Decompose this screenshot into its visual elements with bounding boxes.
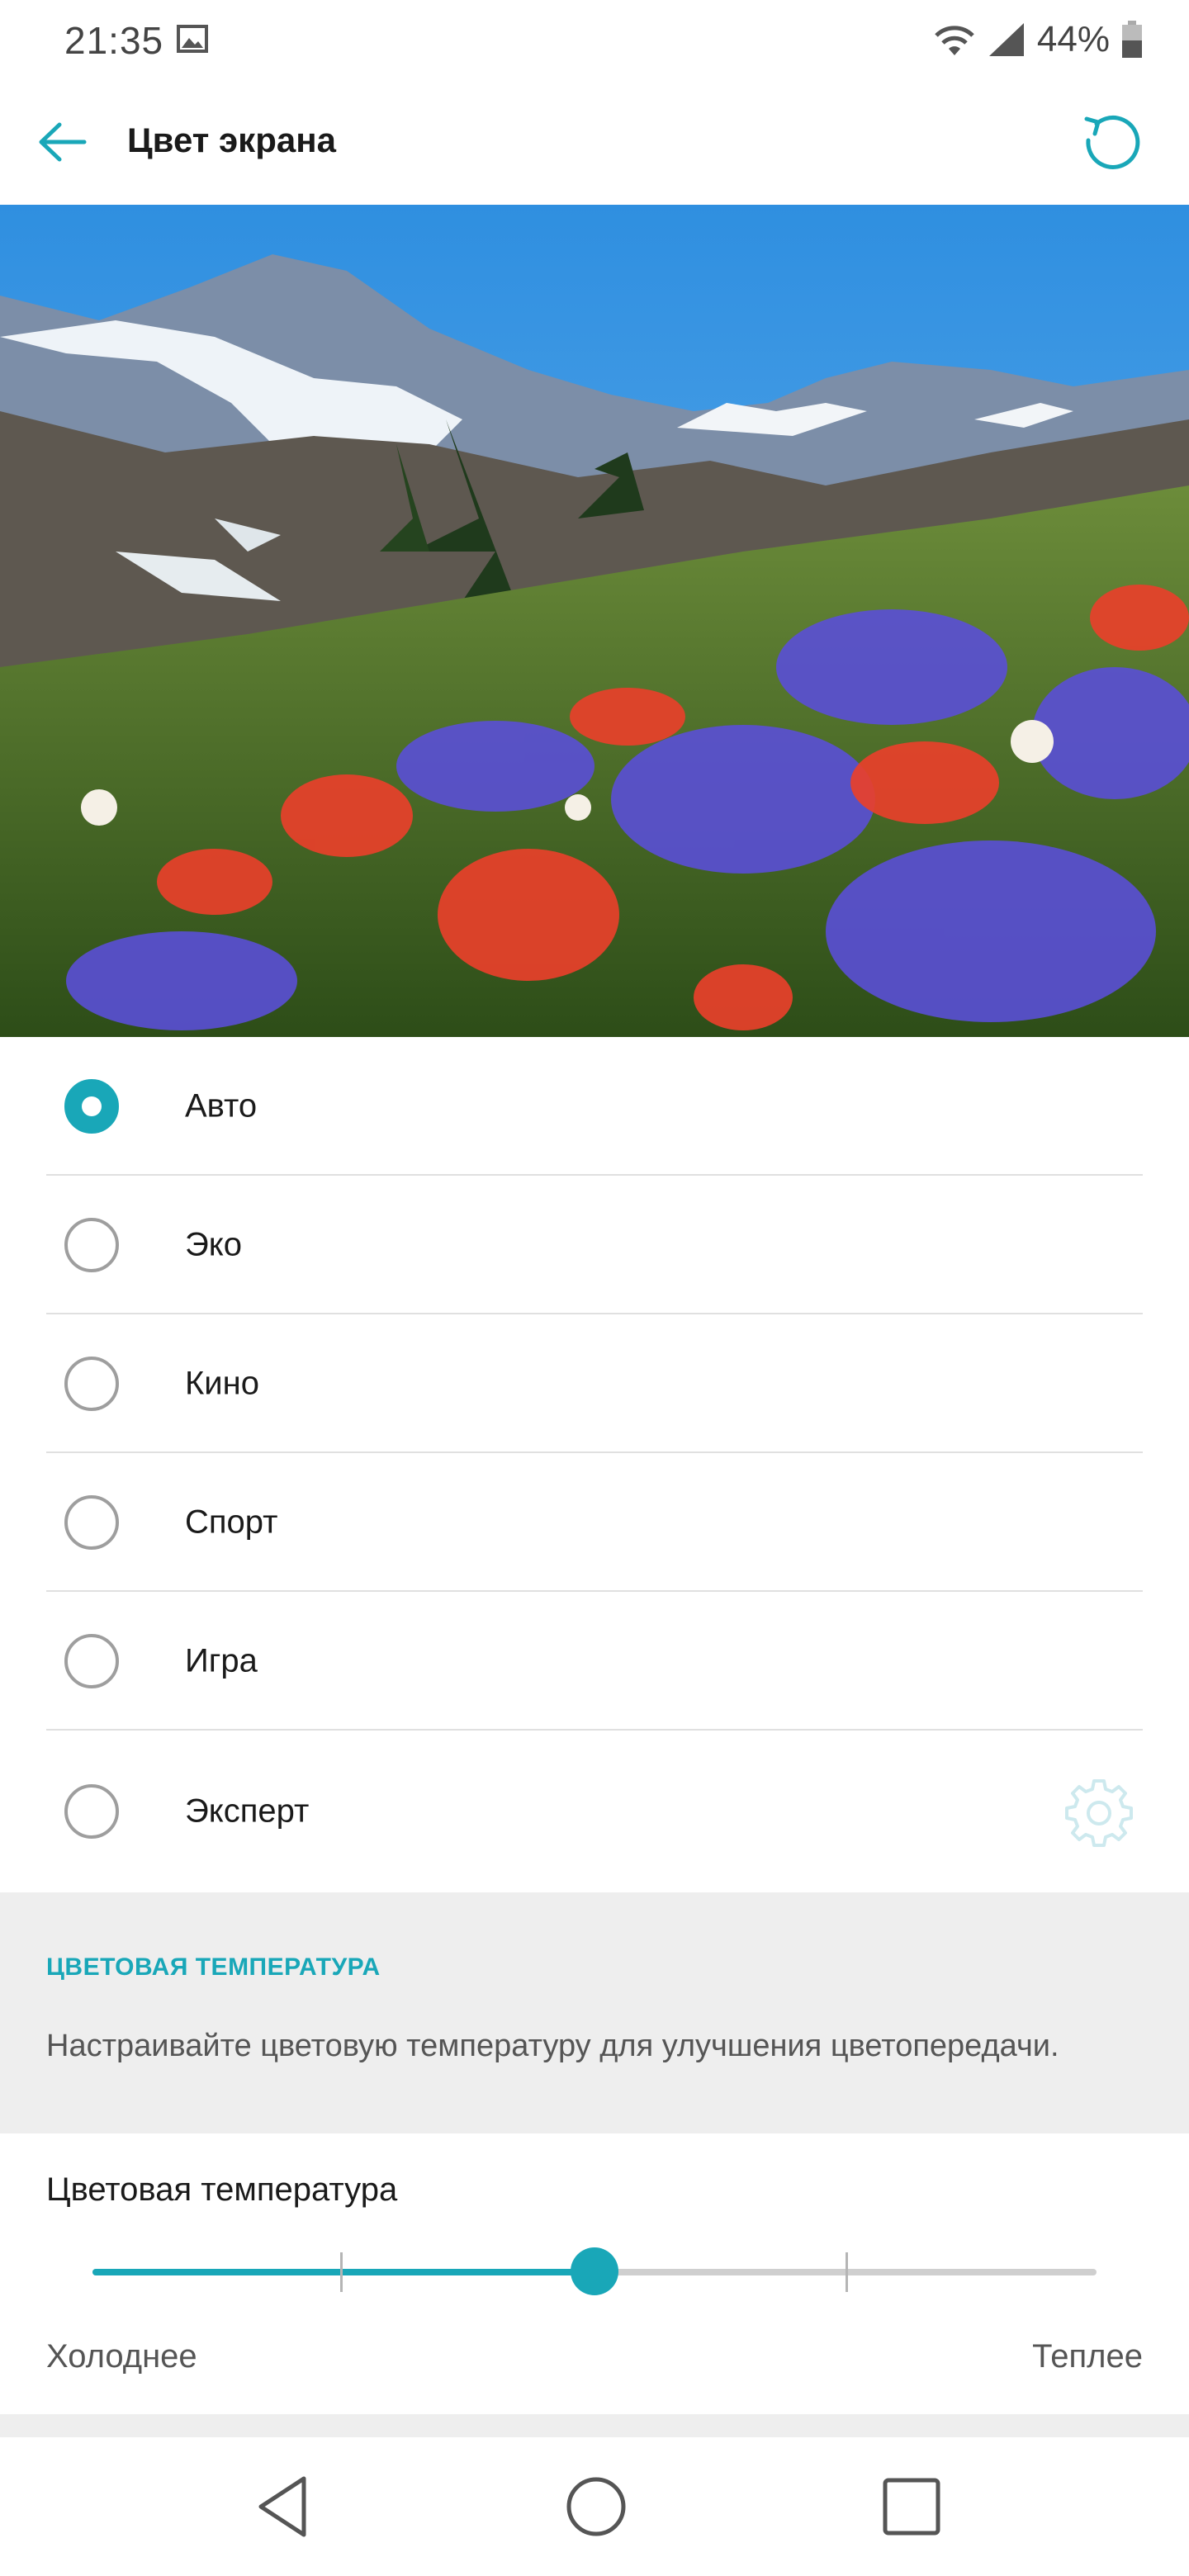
mode-option-eco[interactable]: Эко (0, 1176, 1189, 1314)
signal-icon (988, 23, 1024, 56)
color-temperature-section: ЦВЕТОВАЯ ТЕМПЕРАТУРА Настраивайте цветов… (0, 1892, 1189, 2133)
slider-title: Цветовая температура (46, 2171, 398, 2208)
radio-button[interactable] (64, 1218, 119, 1272)
radio-button[interactable] (64, 1357, 119, 1411)
triangle-back-icon (258, 2476, 306, 2537)
mode-option-sport[interactable]: Спорт (0, 1453, 1189, 1592)
status-bar: 21:35 44% (0, 0, 1189, 79)
radio-button[interactable] (64, 1495, 119, 1550)
refresh-icon (1084, 115, 1140, 169)
slider-max-label: Теплее (1032, 2338, 1143, 2375)
gear-icon[interactable] (1062, 1774, 1136, 1849)
slider-tick (846, 2252, 848, 2292)
radio-button[interactable] (64, 1784, 119, 1839)
battery-percent: 44% (1036, 19, 1110, 59)
mode-option-expert[interactable]: Эксперт (0, 1731, 1189, 1892)
slider-tick (340, 2252, 343, 2292)
back-button[interactable] (30, 109, 96, 175)
section-description: Настраивайте цветовую температуру для ул… (46, 2029, 1059, 2063)
mode-label: Спорт (185, 1503, 278, 1541)
section-header: ЦВЕТОВАЯ ТЕМПЕРАТУРА (46, 1953, 381, 1981)
slider-thumb[interactable] (571, 2247, 618, 2295)
wifi-icon (935, 26, 974, 55)
mode-label: Эксперт (185, 1792, 310, 1830)
nav-recents-button[interactable] (870, 2465, 953, 2548)
radio-button[interactable] (64, 1079, 119, 1134)
page-title: Цвет экрана (127, 121, 336, 159)
nav-back-button[interactable] (241, 2465, 324, 2548)
reset-button[interactable] (1073, 104, 1149, 180)
status-indicators: 44% (933, 18, 1143, 61)
mode-option-auto[interactable]: Авто (0, 1037, 1189, 1176)
landscape-preview (0, 205, 1189, 1037)
nav-home-button[interactable] (555, 2465, 637, 2548)
radio-button[interactable] (64, 1634, 119, 1688)
mode-label: Авто (185, 1087, 258, 1125)
mode-label: Кино (185, 1365, 259, 1402)
display-preview-image (0, 205, 1189, 1037)
slider-min-label: Холоднее (46, 2338, 197, 2375)
app-bar: Цвет экрана (0, 79, 1189, 205)
mode-label: Эко (185, 1226, 242, 1263)
arrow-left-icon (39, 122, 87, 162)
color-temperature-setting: Цветовая температура Холоднее Теплее (0, 2133, 1189, 2414)
battery-icon (1122, 21, 1142, 58)
display-mode-list: Авто Эко Кино Спорт Игра Эксперт (0, 1037, 1189, 1892)
status-time: 21:35 (64, 19, 164, 62)
square-recents-icon (883, 2478, 940, 2536)
bottom-divider (0, 2414, 1189, 2437)
image-icon (177, 25, 208, 53)
mode-label: Игра (185, 1642, 258, 1679)
mode-option-game[interactable]: Игра (0, 1592, 1189, 1731)
navigation-bar (0, 2437, 1189, 2576)
color-temperature-slider[interactable] (92, 2247, 1097, 2295)
slider-fill (92, 2269, 594, 2275)
mode-option-cinema[interactable]: Кино (0, 1314, 1189, 1453)
circle-home-icon (566, 2477, 626, 2536)
